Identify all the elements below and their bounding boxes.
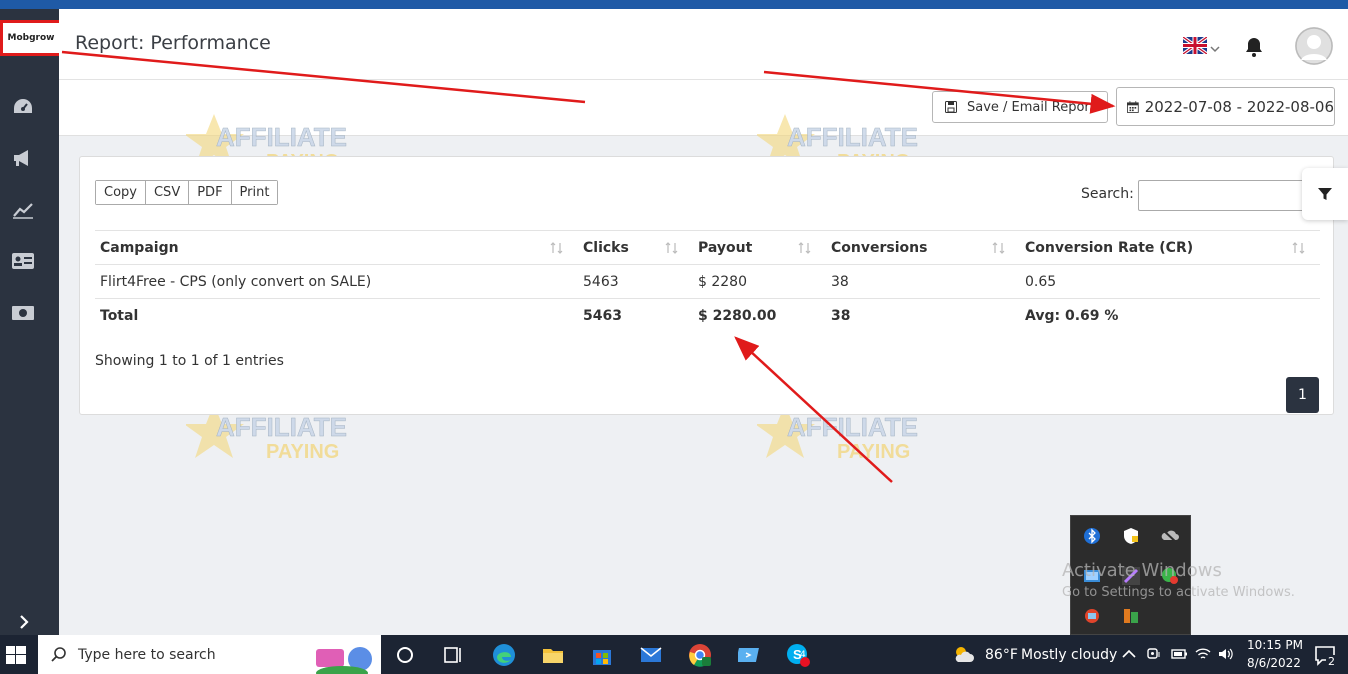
microsoft-store-icon[interactable] xyxy=(590,643,614,667)
bluetooth-icon[interactable] xyxy=(1083,527,1101,545)
activate-windows-subtitle: Go to Settings to activate Windows. xyxy=(1062,585,1295,600)
meet-now-icon[interactable] xyxy=(1145,645,1163,663)
taskbar: Type here to search S 4 86°F Mostly clou… xyxy=(0,635,1348,674)
onedrive-offline-icon[interactable] xyxy=(1161,527,1179,545)
cortana-icon[interactable] xyxy=(393,643,417,667)
chrome-icon[interactable] xyxy=(688,643,712,667)
notification-count: 2 xyxy=(1326,655,1337,668)
edge-browser-icon[interactable] xyxy=(492,643,516,667)
skype-icon[interactable]: S xyxy=(786,643,810,667)
mail-icon[interactable] xyxy=(639,643,663,667)
chevron-up-icon[interactable] xyxy=(1120,645,1138,663)
taskbar-search[interactable]: Type here to search xyxy=(38,635,381,674)
weather-temperature[interactable]: 86°F xyxy=(985,647,1018,663)
skype-badge: 4 xyxy=(800,650,806,660)
activate-windows-watermark: Activate Windows Go to Settings to activ… xyxy=(1062,560,1295,600)
weather-cloudy-icon[interactable] xyxy=(952,643,976,667)
taskbar-search-placeholder: Type here to search xyxy=(78,646,216,663)
volume-icon[interactable] xyxy=(1217,645,1235,663)
weather-description[interactable]: Mostly cloudy xyxy=(1021,647,1117,663)
clock-time[interactable]: 10:15 PM xyxy=(1247,638,1303,652)
wifi-icon[interactable] xyxy=(1194,645,1212,663)
search-highlight-icon xyxy=(316,647,372,674)
annotation-arrow xyxy=(734,336,893,483)
file-explorer-icon[interactable] xyxy=(541,643,565,667)
task-view-icon[interactable] xyxy=(441,643,465,667)
app-tray-icon[interactable] xyxy=(1083,607,1101,625)
office-app-icon[interactable] xyxy=(1122,607,1140,625)
search-icon xyxy=(51,646,66,662)
battery-icon[interactable] xyxy=(1170,645,1188,663)
security-shield-icon[interactable] xyxy=(1122,527,1140,545)
remote-desktop-icon[interactable] xyxy=(738,643,762,667)
windows-start-icon[interactable] xyxy=(4,643,28,667)
activate-windows-title: Activate Windows xyxy=(1062,560,1222,581)
annotation-line xyxy=(61,50,586,104)
clock-date[interactable]: 8/6/2022 xyxy=(1247,656,1301,670)
annotation-arrow xyxy=(763,70,1116,114)
